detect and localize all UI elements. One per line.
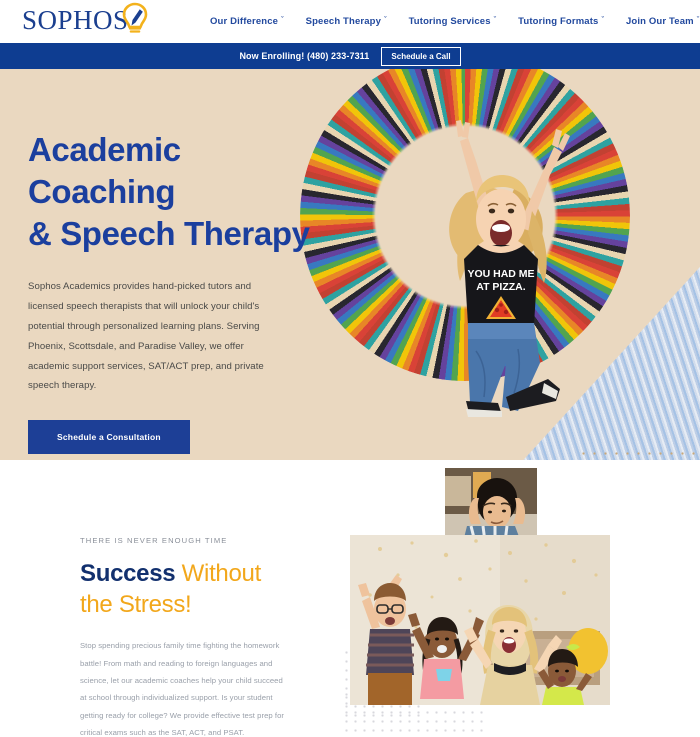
success-section: THERE IS NEVER ENOUGH TIME Success Witho… <box>0 460 700 737</box>
lightbulb-pen-icon <box>122 2 148 36</box>
nav-item-tutoring-services[interactable]: Tutoring Services ˇ <box>409 16 497 27</box>
hero-photo-jumping-girl: YOU HAD ME AT PIZZA. <box>406 111 598 429</box>
hero-title: Academic Coaching & Speech Therapy <box>28 129 318 255</box>
success-section-artwork <box>330 460 700 737</box>
section-title-gold-line1: Without <box>175 560 262 587</box>
site-header: SOPHOS Our Difference ˇ Speech Therapy ˇ <box>0 0 700 43</box>
nav-label: Tutoring Services <box>408 16 491 27</box>
announcement-bar: Now Enrolling! (480) 233-7311 Schedule a… <box>0 43 700 69</box>
chevron-down-icon: ˇ <box>384 17 387 24</box>
hero-title-line1: Academic Coaching <box>28 131 181 210</box>
success-copy: THERE IS NEVER ENOUGH TIME Success Witho… <box>80 536 295 737</box>
chevron-down-icon: ˇ <box>281 17 284 24</box>
schedule-a-call-button[interactable]: Schedule a Call <box>381 46 461 66</box>
chevron-down-icon: ˇ <box>601 17 604 24</box>
section-title-gold-line2: the Stress! <box>80 590 192 618</box>
nav-item-speech-therapy[interactable]: Speech Therapy ˇ <box>306 16 387 27</box>
nav-item-join-our-team[interactable]: Join Our Team ˇ <box>626 16 699 27</box>
main-navigation: Our Difference ˇ Speech Therapy ˇ Tutori… <box>210 0 700 43</box>
logo-wordmark: SOPHOS <box>22 5 129 35</box>
announcement-text: Now Enrolling! (480) 233-7311 <box>239 51 370 61</box>
hero-artwork: YOU HAD ME AT PIZZA. <box>288 69 700 460</box>
shirt-text-line2: AT PIZZA. <box>476 281 525 293</box>
hero-section: YOU HAD ME AT PIZZA. Academic Coaching &… <box>0 69 700 460</box>
nav-label: Tutoring Formats <box>518 16 599 27</box>
landing-page: SOPHOS Our Difference ˇ Speech Therapy ˇ <box>0 0 700 737</box>
hero-copy: Academic Coaching & Speech Therapy Sopho… <box>28 129 318 455</box>
schedule-consultation-button[interactable]: Schedule a Consultation <box>28 420 190 455</box>
section-eyebrow: THERE IS NEVER ENOUGH TIME <box>80 536 228 545</box>
section-title-bold: Success <box>80 560 176 587</box>
photo-celebrating-family <box>350 535 610 705</box>
nav-label: Join Our Team <box>625 16 694 27</box>
nav-label: Our Difference <box>210 16 279 27</box>
nav-item-our-difference[interactable]: Our Difference ˇ <box>210 16 284 27</box>
section-paragraph: Stop spending precious family time fight… <box>80 641 285 737</box>
hero-paragraph: Sophos Academics provides hand-picked tu… <box>28 280 264 392</box>
chevron-down-icon: ˇ <box>493 17 497 24</box>
hero-title-line2: & Speech Therapy <box>28 214 310 252</box>
chevron-down-icon: ˇ <box>696 17 700 24</box>
shirt-text-line1: YOU HAD ME <box>467 268 534 280</box>
site-logo[interactable]: SOPHOS <box>22 2 148 34</box>
nav-item-tutoring-formats[interactable]: Tutoring Formats ˇ <box>518 16 604 27</box>
hero-dot-pattern <box>578 448 696 457</box>
nav-label: Speech Therapy <box>305 16 382 27</box>
section-title: Success Without the Stress! <box>80 559 295 620</box>
